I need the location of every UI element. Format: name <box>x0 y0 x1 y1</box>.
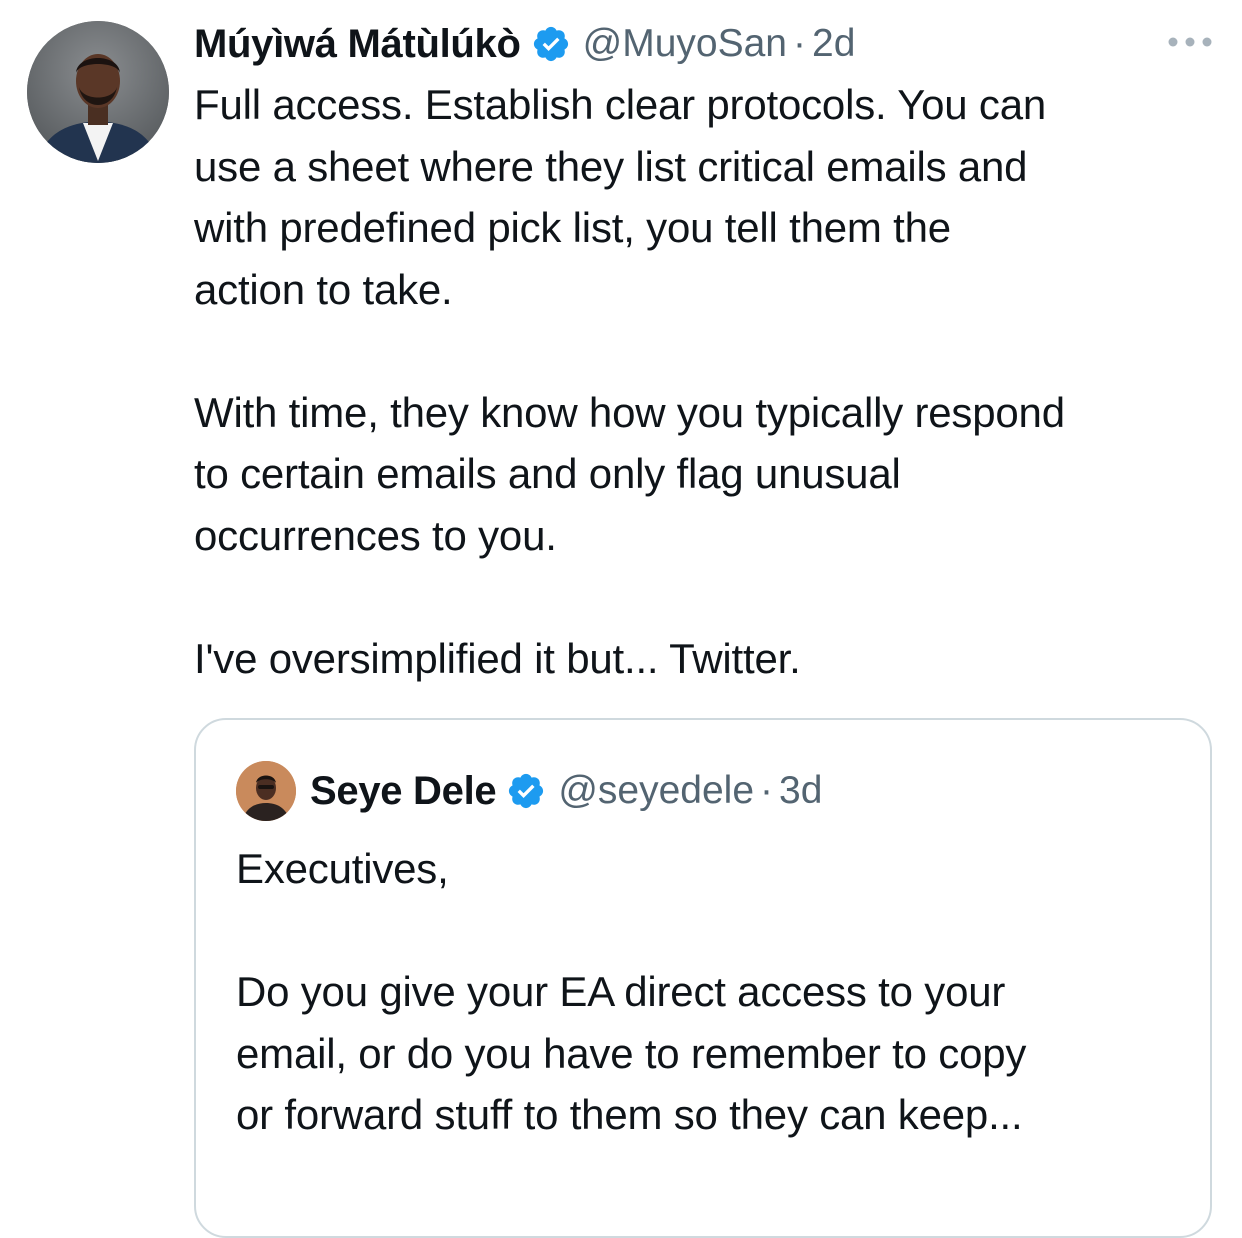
verified-badge-icon <box>533 26 568 62</box>
tweet-line: Full access. Establish clear protocols. … <box>194 81 1047 128</box>
tweet-line: with predefined pick list, you tell them… <box>194 204 951 251</box>
author-handle[interactable]: @MuyoSan <box>583 22 787 66</box>
author-display-name[interactable]: Múyìwá Mátùlúkò <box>194 22 521 67</box>
quoted-tweet-timestamp[interactable]: 3d <box>779 769 822 813</box>
quoted-tweet-line: Executives, <box>236 845 449 892</box>
tweet-line: I've oversimplified it but... Twitter. <box>194 634 801 682</box>
quoted-tweet-header: Seye Dele @seyedele · 3d <box>236 758 822 824</box>
verified-badge-icon <box>509 773 544 809</box>
quoted-author-avatar[interactable] <box>236 761 296 821</box>
tweet-line: use a sheet where they list critical ema… <box>194 142 1028 190</box>
tweet-line: occurrences to you. <box>194 511 557 559</box>
tweet-line: With time, they know how you typically r… <box>194 388 1065 436</box>
quoted-author-display-name[interactable]: Seye Dele <box>310 769 497 814</box>
quoted-author-handle[interactable]: @seyedele <box>558 769 754 813</box>
tweet-header: Múyìwá Mátùlúkò @MuyoSan · 2d <box>194 16 855 72</box>
quoted-tweet-card[interactable]: Seye Dele @seyedele · 3d Executives, Do … <box>194 718 1212 1238</box>
more-options-button[interactable] <box>1162 24 1218 60</box>
author-avatar[interactable] <box>27 21 169 163</box>
tweet-line: action to take. <box>194 265 453 313</box>
quoted-tweet-line: email, or do you have to remember to cop… <box>236 1029 1027 1077</box>
tweet-text: Full access. Establish clear protocols. … <box>194 74 1234 689</box>
tweet-timestamp[interactable]: 2d <box>812 22 855 66</box>
tweet-line: to certain emails and only flag unusual <box>194 450 901 497</box>
quoted-tweet-line: or forward stuff to them so they can kee… <box>236 1091 1023 1138</box>
separator-dot: · <box>760 769 774 812</box>
quoted-tweet-text: Executives, Do you give your EA direct a… <box>236 838 1196 1146</box>
more-options-icon <box>1168 37 1212 47</box>
quoted-tweet-line: Do you give your EA direct access to you… <box>236 968 1006 1015</box>
separator-dot: · <box>793 22 806 65</box>
